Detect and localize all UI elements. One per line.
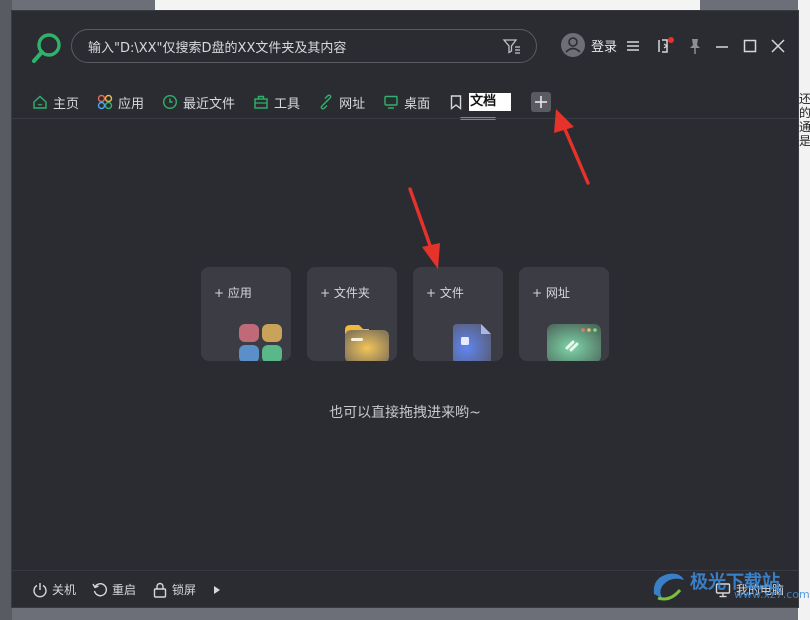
lock-icon <box>153 582 167 598</box>
apps-grid-icon <box>239 324 282 361</box>
bookmark-icon <box>450 95 462 110</box>
pin-icon[interactable] <box>686 37 704 55</box>
tab-label: 工具 <box>274 96 301 112</box>
lock-label: 锁屏 <box>172 583 197 597</box>
monitor-icon <box>384 95 398 109</box>
avatar-icon <box>561 33 585 57</box>
card-label: + 文件夹 <box>320 286 370 300</box>
folder-icon <box>345 325 389 361</box>
bg-text-2: 的 <box>799 106 810 120</box>
background-right-strip: 还 的 通 是 <box>798 0 810 620</box>
power-icon <box>33 582 47 597</box>
bg-text-1: 还 <box>799 92 810 106</box>
tab-label: 桌面 <box>404 96 431 112</box>
tab-apps[interactable]: 应用 <box>97 90 144 114</box>
card-label: + 应用 <box>214 286 252 300</box>
file-icon <box>453 324 491 361</box>
lock-screen-button[interactable]: 锁屏 <box>152 581 196 598</box>
close-icon[interactable] <box>769 37 787 55</box>
search-placeholder: 输入"D:\XX"仅搜索D盘的XX文件夹及其内容 <box>88 40 347 56</box>
restart-label: 重启 <box>112 583 137 597</box>
footer-bar: 关机 重启 锁屏 <box>32 581 222 598</box>
add-items-cards: + 应用 + 文件夹 + 文件 + 网址 <box>201 267 609 361</box>
tab-home[interactable]: 主页 <box>32 90 79 114</box>
drag-hint-text: 也可以直接拖拽进来哟~ <box>329 405 481 421</box>
tab-rename-input[interactable]: 文档 <box>469 93 512 111</box>
filter-icon[interactable] <box>502 36 522 56</box>
tab-label: 最近文件 <box>183 96 236 112</box>
search-input[interactable]: 输入"D:\XX"仅搜索D盘的XX文件夹及其内容 <box>71 29 537 63</box>
tab-tools[interactable]: 工具 <box>253 90 300 114</box>
maximize-icon[interactable] <box>741 37 759 55</box>
expand-arrow-icon[interactable] <box>212 585 222 595</box>
annotation-arrow-down <box>408 187 440 269</box>
add-app-card[interactable]: + 应用 <box>201 267 291 361</box>
tab-urls[interactable]: 网址 <box>318 90 365 114</box>
tab-bar: 主页 应用 最近文件 工具 网址 桌面 文档 <box>32 87 552 120</box>
search-logo-icon <box>32 33 61 63</box>
restart-icon <box>92 582 108 596</box>
annotation-arrow-up <box>554 109 590 185</box>
sidebar-toggle-icon[interactable] <box>656 37 674 55</box>
add-tab-button[interactable] <box>531 92 552 112</box>
tab-documents[interactable]: 文档 <box>448 90 512 120</box>
tab-desktop[interactable]: 桌面 <box>383 90 430 114</box>
background-top-strip <box>155 0 700 10</box>
toolbox-icon <box>254 95 268 109</box>
tab-label: 主页 <box>53 96 80 112</box>
login-button[interactable]: 登录 <box>561 33 617 57</box>
card-label: + 网址 <box>532 286 570 300</box>
app-window: 输入"D:\XX"仅搜索D盘的XX文件夹及其内容 登录 主页 应用 最近文件 工… <box>11 10 799 608</box>
shutdown-button[interactable]: 关机 <box>32 581 76 598</box>
minimize-icon[interactable] <box>713 37 731 55</box>
bg-text-4: 是 <box>799 134 810 148</box>
plus-icon <box>535 96 548 108</box>
link-icon <box>320 94 332 110</box>
menu-icon[interactable] <box>624 37 642 55</box>
add-url-card[interactable]: + 网址 <box>519 267 609 361</box>
card-label: + 文件 <box>426 286 464 300</box>
watermark-url: www.xz7.com <box>734 588 810 601</box>
bg-text-3: 通 <box>799 120 810 134</box>
tab-recent-files[interactable]: 最近文件 <box>162 90 235 114</box>
tab-label: 网址 <box>339 96 366 112</box>
apps-icon <box>97 94 113 110</box>
tab-label: 应用 <box>118 96 145 112</box>
shutdown-label: 关机 <box>52 583 77 597</box>
tab-divider <box>12 118 798 119</box>
add-folder-card[interactable]: + 文件夹 <box>307 267 397 361</box>
watermark-logo-icon <box>653 573 684 601</box>
login-label: 登录 <box>591 39 618 55</box>
browser-link-icon <box>547 324 601 361</box>
restart-button[interactable]: 重启 <box>92 581 136 598</box>
home-icon <box>33 95 47 109</box>
add-file-card[interactable]: + 文件 <box>413 267 503 361</box>
clock-icon <box>163 94 178 110</box>
